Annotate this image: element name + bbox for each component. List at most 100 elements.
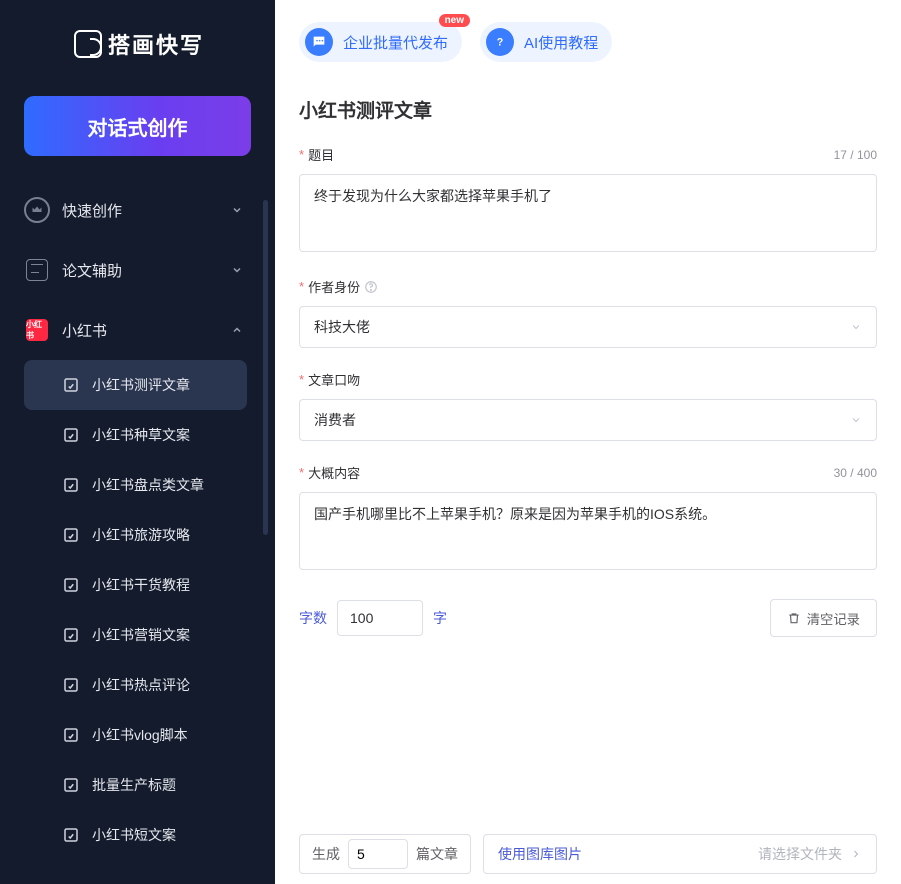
- pill-label: 企业批量代发布: [343, 32, 448, 53]
- logo-icon: [74, 30, 102, 58]
- sidebar-item-listicle[interactable]: 小红书盘点类文章: [24, 460, 247, 510]
- scrollbar[interactable]: [263, 200, 268, 535]
- sidebar-item-travel-guide[interactable]: 小红书旅游攻略: [24, 510, 247, 560]
- menu-group-label: 快速创作: [62, 200, 231, 221]
- sidebar-item-trending-comment[interactable]: 小红书热点评论: [24, 660, 247, 710]
- generate-count-control: 生成 篇文章: [299, 834, 471, 874]
- field-tone: * 文章口吻 消费者: [299, 370, 877, 441]
- required-mark: *: [299, 147, 304, 162]
- sidebar-item-tutorial[interactable]: 小红书干货教程: [24, 560, 247, 610]
- document-icon: [24, 257, 50, 283]
- controls-row: 字数 字 清空记录: [299, 599, 877, 637]
- edit-icon: [62, 726, 80, 744]
- sidebar-item-vlog-script[interactable]: 小红书vlog脚本: [24, 710, 247, 760]
- tone-select[interactable]: 消费者: [299, 399, 877, 441]
- edit-icon: [62, 476, 80, 494]
- main-area: 企业批量代发布 new ? AI使用教程 小红书测评文章 * 题目 17 / 1…: [275, 0, 901, 884]
- svg-text:?: ?: [497, 36, 504, 48]
- edit-icon: [62, 826, 80, 844]
- required-mark: *: [299, 279, 304, 294]
- topic-input[interactable]: [299, 174, 877, 252]
- sidebar-item-label: 小红书盘点类文章: [92, 475, 204, 495]
- generate-prefix: 生成: [312, 844, 340, 864]
- wordcount-label: 字数: [299, 608, 327, 628]
- crown-icon: [24, 197, 50, 223]
- sidebar: 搭画快写 对话式创作 快速创作: [0, 0, 275, 884]
- xiaohongshu-icon: 小红书: [24, 317, 50, 343]
- edit-icon: [62, 426, 80, 444]
- chevron-right-icon: [850, 848, 862, 860]
- enterprise-publish-button[interactable]: 企业批量代发布 new: [299, 22, 462, 62]
- library-placeholder: 请选择文件夹: [758, 844, 842, 864]
- field-label: 作者身份: [308, 277, 360, 296]
- sidebar-menu: 快速创作 论文辅助 小红书: [0, 180, 275, 884]
- sidebar-item-label: 小红书测评文章: [92, 375, 190, 395]
- library-label: 使用图库图片: [498, 844, 582, 864]
- conversational-create-button[interactable]: 对话式创作: [24, 96, 251, 156]
- sidebar-item-label: 小红书干货教程: [92, 575, 190, 595]
- field-label: 大概内容: [308, 463, 360, 482]
- sidebar-item-label: 小红书热点评论: [92, 675, 190, 695]
- sidebar-item-label: 小红书营销文案: [92, 625, 190, 645]
- edit-icon: [62, 626, 80, 644]
- clear-label: 清空记录: [807, 609, 860, 628]
- author-select[interactable]: 科技大佬: [299, 306, 877, 348]
- field-author: * 作者身份 科技大佬: [299, 277, 877, 348]
- question-icon: ?: [486, 28, 514, 56]
- menu-group-label: 论文辅助: [62, 260, 231, 281]
- menu-group-xiaohongshu[interactable]: 小红书 小红书: [18, 300, 253, 360]
- field-label: 文章口吻: [308, 370, 360, 389]
- edit-icon: [62, 576, 80, 594]
- clear-history-button[interactable]: 清空记录: [770, 599, 877, 637]
- sidebar-item-marketing-copy[interactable]: 小红书营销文案: [24, 610, 247, 660]
- ai-tutorial-button[interactable]: ? AI使用教程: [480, 22, 612, 62]
- field-topic: * 题目 17 / 100: [299, 145, 877, 255]
- image-library-select[interactable]: 使用图库图片 请选择文件夹: [483, 834, 877, 874]
- chevron-down-icon: [850, 414, 862, 426]
- menu-group-thesis-assist[interactable]: 论文辅助: [18, 240, 253, 300]
- required-mark: *: [299, 465, 304, 480]
- sidebar-item-label: 小红书vlog脚本: [92, 725, 188, 745]
- chevron-down-icon: [850, 321, 862, 333]
- field-label: 题目: [308, 145, 334, 164]
- sidebar-item-review-article[interactable]: 小红书测评文章: [24, 360, 247, 410]
- select-value: 消费者: [314, 410, 356, 430]
- char-counter: 17 / 100: [834, 148, 877, 162]
- chevron-down-icon: [231, 264, 243, 276]
- wordcount-input[interactable]: [337, 600, 423, 636]
- cta-label: 对话式创作: [88, 112, 188, 141]
- chevron-down-icon: [231, 204, 243, 216]
- trash-icon: [787, 611, 801, 625]
- sidebar-item-seeding-copy[interactable]: 小红书种草文案: [24, 410, 247, 460]
- submenu-xiaohongshu: 小红书测评文章 小红书种草文案 小红书盘点类文章 小红书旅游攻略: [18, 360, 253, 868]
- brand-name: 搭画快写: [108, 28, 204, 60]
- form-content: 小红书测评文章 * 题目 17 / 100 * 作者身份: [275, 62, 901, 834]
- chevron-up-icon: [231, 324, 243, 336]
- sidebar-item-label: 批量生产标题: [92, 775, 176, 795]
- menu-group-label: 小红书: [62, 320, 231, 341]
- menu-group-quick-create[interactable]: 快速创作: [18, 180, 253, 240]
- new-badge: new: [439, 14, 470, 27]
- edit-icon: [62, 376, 80, 394]
- chat-icon: [305, 28, 333, 56]
- field-content: * 大概内容 30 / 400: [299, 463, 877, 573]
- generate-suffix: 篇文章: [416, 844, 458, 864]
- topbar: 企业批量代发布 new ? AI使用教程: [275, 0, 901, 62]
- content-input[interactable]: [299, 492, 877, 570]
- edit-icon: [62, 776, 80, 794]
- page-title: 小红书测评文章: [299, 96, 877, 123]
- sidebar-item-short-copy[interactable]: 小红书短文案: [24, 810, 247, 860]
- brand-logo: 搭画快写: [0, 0, 275, 84]
- help-icon[interactable]: [364, 280, 378, 294]
- sidebar-item-label: 小红书旅游攻略: [92, 525, 190, 545]
- generate-count-input[interactable]: [348, 839, 408, 869]
- sidebar-item-batch-titles[interactable]: 批量生产标题: [24, 760, 247, 810]
- char-counter: 30 / 400: [834, 466, 877, 480]
- wordcount-suffix: 字: [433, 608, 447, 628]
- select-value: 科技大佬: [314, 317, 370, 337]
- edit-icon: [62, 676, 80, 694]
- pill-label: AI使用教程: [524, 32, 598, 53]
- required-mark: *: [299, 372, 304, 387]
- edit-icon: [62, 526, 80, 544]
- sidebar-item-label: 小红书短文案: [92, 825, 176, 845]
